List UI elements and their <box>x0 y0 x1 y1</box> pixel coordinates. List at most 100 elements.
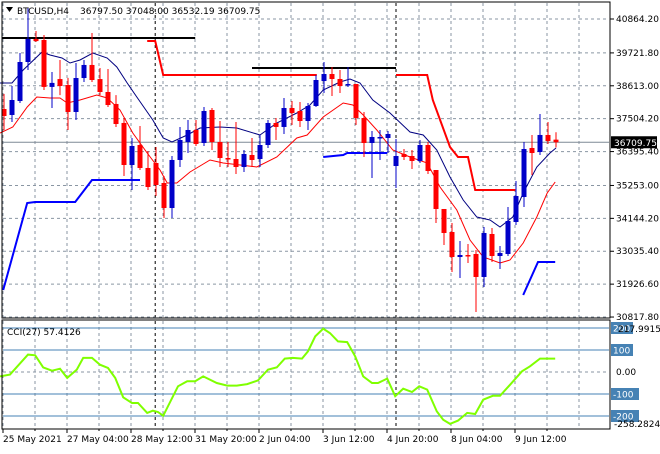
candle-body-bull <box>305 105 311 122</box>
time-tick-label: 8 Jun 04:00 <box>451 435 503 445</box>
candle-body-bull <box>73 78 79 112</box>
support-step-line <box>2 179 140 291</box>
candle-body-bear <box>145 167 151 188</box>
price-tick-label: 33035.40 <box>616 247 659 257</box>
candle-body-bear <box>449 232 455 258</box>
candle-body-bear <box>89 64 95 81</box>
candle-body-bull <box>417 145 423 161</box>
price-tick-label: 37504.20 <box>616 115 659 125</box>
candle-body-bull <box>345 84 351 86</box>
candle-body-bull <box>513 195 519 222</box>
price-tick-label: 36395.40 <box>616 148 659 158</box>
candle-body-bull <box>369 136 375 143</box>
candle-body-bear <box>465 254 471 257</box>
cci-title: CCI(27) 57.4126 <box>7 328 81 338</box>
cci-line <box>0 327 556 426</box>
price-tick-label: 31926.60 <box>616 280 659 290</box>
candle-body-bear <box>217 142 223 158</box>
symbol-label: BTCUSD,H4 <box>17 7 69 17</box>
candle-body-bull <box>177 139 183 160</box>
candle-body-bear <box>65 84 71 112</box>
candle-body-bear <box>425 145 431 171</box>
candle-body-bear <box>161 183 167 209</box>
candle-body-bull <box>241 153 247 168</box>
candle-body-bull <box>169 159 175 209</box>
candle-body-bear <box>249 154 255 160</box>
candle-body-bear <box>33 39 39 42</box>
main-pane-border <box>1 1 611 319</box>
ma-fast-line <box>0 51 557 228</box>
candle-body-bear <box>289 108 295 113</box>
candle-body-bear <box>353 84 359 119</box>
main-grid <box>2 3 609 318</box>
ohlc-values: 36797.50 37048.00 36532.19 36709.75 <box>80 7 260 17</box>
candle-body-bear <box>553 139 559 143</box>
candle-body-bear <box>361 118 367 143</box>
time-tick-label: 3 Jun 12:00 <box>323 435 375 445</box>
candle-body-bear <box>225 157 231 160</box>
candle-body-bear <box>401 153 407 157</box>
candle-body-bear <box>113 103 119 124</box>
cci-level-label: 0.00 <box>616 368 636 378</box>
cci-min-label: -258.2824 <box>614 420 660 430</box>
candle-body-bull <box>313 80 319 106</box>
candle-body-bull <box>497 252 503 257</box>
time-tick-label: 28 May 12:00 <box>131 435 193 445</box>
candle-body-bear <box>209 109 215 143</box>
candle-body-bear <box>137 145 143 168</box>
candle-body-bull <box>81 64 87 79</box>
time-tick-label: 2 Jun 04:00 <box>259 435 311 445</box>
cci-level-label: 100 <box>613 347 630 357</box>
candle-body-bear <box>41 39 47 87</box>
candle-body-bull <box>17 61 23 102</box>
price-tick-label: 39721.80 <box>616 49 659 59</box>
cci-max-label: 217.9915 <box>618 325 660 335</box>
price-tick-label: 30817.80 <box>616 313 659 323</box>
candle-body-bear <box>489 233 495 257</box>
price-tick-label: 35253.00 <box>616 181 659 191</box>
chart-canvas: 40864.20 39721.80 38613.00 37504.20 36395.40… <box>0 1 660 445</box>
candle-body-bull <box>25 39 31 62</box>
price-tick-label: 34144.20 <box>616 214 659 224</box>
candle-body-bear <box>529 147 535 154</box>
price-tick-label: 38613.00 <box>616 82 659 92</box>
candle-body-bear <box>409 156 415 161</box>
candle-body-bear <box>473 253 479 277</box>
time-tick-label: 31 May 20:00 <box>195 435 257 445</box>
candle-body-bear <box>337 78 343 86</box>
time-axis: 25 May 2021 27 May 04:00 28 May 12:00 31 Ma… <box>2 429 567 445</box>
candle-body-bear <box>273 122 279 127</box>
price-axis: 40864.20 39721.80 38613.00 37504.20 36395.40… <box>610 15 659 323</box>
candle-body-bull <box>49 82 55 87</box>
time-tick-label: 9 Jun 12:00 <box>515 435 567 445</box>
support-step-line <box>522 261 556 296</box>
candle-body-bear <box>233 159 239 168</box>
current-price-label: 36709.75 <box>614 139 657 149</box>
candle-body-bull <box>385 133 391 139</box>
candle-body-bear <box>153 163 159 185</box>
candle-body-bear <box>193 129 199 144</box>
candle-body-bull <box>9 100 15 115</box>
candle-body-bear <box>57 79 63 86</box>
candles <box>1 8 559 312</box>
candle-body-bull <box>505 221 511 254</box>
collapse-triangle-icon[interactable] <box>6 7 13 12</box>
candle-body-bear <box>545 134 551 141</box>
cci-indicator <box>0 327 556 426</box>
candle-body-bull <box>265 122 271 146</box>
time-tick-label: 25 May 2021 <box>3 435 62 445</box>
cci-axis: 2001000.00-100-200217.9915-258.2824 <box>611 322 660 430</box>
candle-body-bull <box>537 134 543 153</box>
candle-body-bear <box>329 74 335 79</box>
candle-body-bear <box>433 170 439 209</box>
candle-body-bull <box>481 232 487 277</box>
candle-body-bull <box>521 149 527 198</box>
candle-body-bear <box>441 208 447 233</box>
candle-body-bear <box>297 111 303 122</box>
candle-body-bear <box>121 122 127 165</box>
time-tick-label: 4 Jun 20:00 <box>387 435 439 445</box>
candle-body-bull <box>129 145 135 165</box>
candle-body-bull <box>377 136 383 139</box>
candle-body-bull <box>185 129 191 143</box>
cci-level-label: -100 <box>613 391 634 401</box>
